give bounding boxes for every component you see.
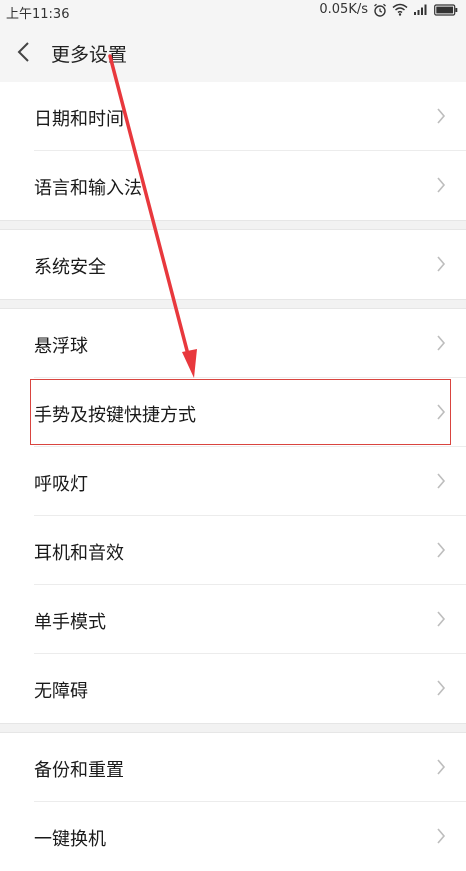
chevron-left-icon[interactable] (14, 40, 34, 64)
setting-row-language-input[interactable]: 语言和输入法 (0, 151, 466, 220)
signal-icon (414, 4, 427, 15)
chevron-right-icon (437, 404, 446, 420)
setting-row-backup-reset[interactable]: 备份和重置 (0, 733, 466, 802)
chevron-right-icon (437, 335, 446, 351)
wifi-icon (392, 3, 408, 16)
status-icons: 0.05K/s (319, 2, 458, 17)
chevron-right-icon (437, 542, 446, 558)
setting-row-gesture-shortcuts[interactable]: 手势及按键快捷方式 (0, 378, 466, 447)
setting-label: 系统安全 (34, 257, 106, 278)
setting-label: 耳机和音效 (34, 543, 124, 564)
group-separator (0, 299, 466, 309)
setting-row-phone-migration[interactable]: 一键换机 (0, 802, 466, 871)
setting-label: 手势及按键快捷方式 (34, 405, 196, 426)
setting-row-date-time[interactable]: 日期和时间 (0, 82, 466, 151)
setting-row-headphones-audio[interactable]: 耳机和音效 (0, 516, 466, 585)
chevron-right-icon (437, 473, 446, 489)
setting-label: 单手模式 (34, 612, 106, 633)
setting-row-floating-ball[interactable]: 悬浮球 (0, 309, 466, 378)
settings-list: 日期和时间 语言和输入法 系统安全 悬浮球 手势及按键快捷方式 呼吸灯 耳机和音… (0, 82, 466, 871)
setting-label: 悬浮球 (34, 336, 88, 357)
setting-label: 呼吸灯 (34, 474, 88, 495)
chevron-right-icon (437, 256, 446, 272)
setting-row-system-security[interactable]: 系统安全 (0, 230, 466, 299)
setting-row-accessibility[interactable]: 无障碍 (0, 654, 466, 723)
group-separator (0, 723, 466, 733)
app-header: 更多设置 (0, 22, 466, 83)
setting-row-one-handed-mode[interactable]: 单手模式 (0, 585, 466, 654)
group-separator (0, 220, 466, 230)
chevron-right-icon (437, 611, 446, 627)
battery-icon (434, 3, 458, 16)
chevron-right-icon (437, 759, 446, 775)
chevron-right-icon (437, 177, 446, 193)
setting-label: 无障碍 (34, 681, 88, 702)
setting-label: 日期和时间 (34, 109, 124, 130)
setting-label: 一键换机 (34, 829, 106, 850)
page-title: 更多设置 (51, 44, 128, 66)
status-time: 上午11:36 (6, 7, 70, 22)
setting-label: 语言和输入法 (34, 178, 142, 199)
chevron-right-icon (437, 828, 446, 844)
chevron-right-icon (437, 108, 446, 124)
alarm-icon (374, 3, 386, 17)
status-bar: 上午11:36 0.05K/s (0, 0, 466, 22)
chevron-right-icon (437, 680, 446, 696)
network-speed: 0.05K/s (319, 2, 368, 17)
setting-row-breathing-light[interactable]: 呼吸灯 (0, 447, 466, 516)
setting-label: 备份和重置 (34, 760, 124, 781)
